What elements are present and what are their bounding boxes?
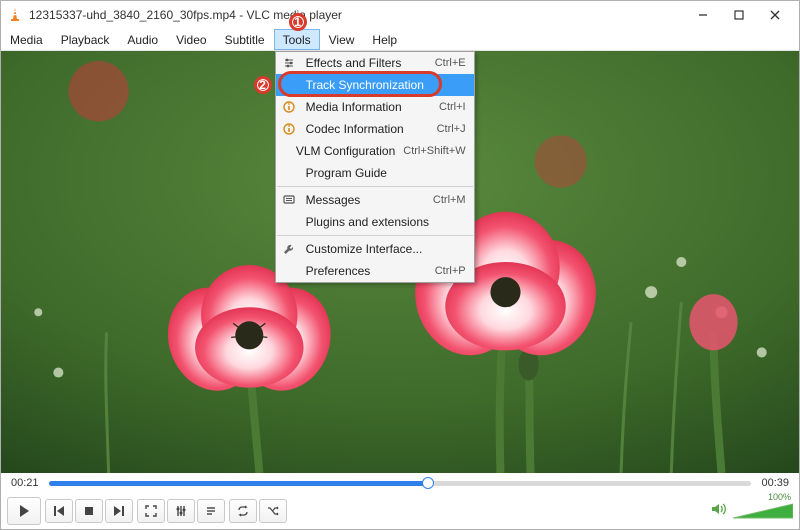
menu-separator <box>277 235 473 236</box>
annotation-highlight-ellipse <box>278 71 442 97</box>
volume-label: 100% <box>768 492 791 502</box>
close-button[interactable] <box>757 4 793 26</box>
stop-button[interactable] <box>75 499 103 523</box>
title-sep: - <box>236 8 247 22</box>
maximize-button[interactable] <box>721 4 757 26</box>
menu-item-messages[interactable]: Messages Ctrl+M <box>276 189 474 211</box>
info-icon <box>276 123 302 135</box>
tools-dropdown: Effects and Filters Ctrl+E Track Synchro… <box>275 51 475 283</box>
menu-label: Audio <box>127 33 158 47</box>
prev-button[interactable] <box>45 499 73 523</box>
loop-button[interactable] <box>229 499 257 523</box>
seek-fill <box>49 481 429 486</box>
seekbar-row: 00:21 00:39 <box>1 473 799 493</box>
vlc-cone-icon <box>7 7 23 23</box>
play-button[interactable] <box>7 497 41 525</box>
menu-item-label: Effects and Filters <box>302 56 427 70</box>
menu-item-preferences[interactable]: Preferences Ctrl+P <box>276 260 474 282</box>
ext-settings-button[interactable] <box>167 499 195 523</box>
menu-label: Video <box>176 33 206 47</box>
menu-label: Help <box>372 33 397 47</box>
menu-item-shortcut: Ctrl+I <box>431 101 466 113</box>
minimize-button[interactable] <box>685 4 721 26</box>
menu-item-vlm-config[interactable]: VLM Configuration Ctrl+Shift+W <box>276 140 474 162</box>
info-icon <box>276 101 302 113</box>
menu-separator <box>277 186 473 187</box>
time-total: 00:39 <box>761 477 789 489</box>
title-filename: 12315337-uhd_3840_2160_30fps.mp4 <box>29 8 236 22</box>
window-title: 12315337-uhd_3840_2160_30fps.mp4 - VLC m… <box>29 8 685 22</box>
menu-label: Media <box>10 33 43 47</box>
playlist-icon <box>205 505 217 517</box>
seek-slider[interactable] <box>49 479 752 487</box>
titlebar: 12315337-uhd_3840_2160_30fps.mp4 - VLC m… <box>1 1 799 29</box>
controls-bar: 100% <box>1 493 799 529</box>
menu-audio[interactable]: Audio <box>118 29 167 50</box>
volume-slider[interactable]: 100% <box>733 502 793 520</box>
menu-item-label: Codec Information <box>302 122 429 136</box>
menu-item-shortcut: Ctrl+P <box>427 265 466 277</box>
playlist-button[interactable] <box>197 499 225 523</box>
menu-item-label: VLM Configuration <box>292 144 395 158</box>
menu-label: Tools <box>283 33 311 47</box>
menu-label: View <box>329 33 355 47</box>
menu-item-customize-interface[interactable]: Customize Interface... <box>276 238 474 260</box>
menu-item-track-sync[interactable]: Track Synchronization 2 <box>276 74 474 96</box>
menu-view[interactable]: View <box>320 29 364 50</box>
loop-icon <box>237 505 249 517</box>
skip-previous-icon <box>53 505 65 517</box>
menu-subtitle[interactable]: Subtitle <box>216 29 274 50</box>
menu-item-media-info[interactable]: Media Information Ctrl+I <box>276 96 474 118</box>
stop-icon <box>83 505 95 517</box>
speaker-icon[interactable] <box>711 502 727 521</box>
annotation-marker-2: 2 <box>254 76 272 94</box>
fullscreen-button[interactable] <box>137 499 165 523</box>
menu-item-label: Plugins and extensions <box>302 215 458 229</box>
shuffle-button[interactable] <box>259 499 287 523</box>
menu-label: Subtitle <box>225 33 265 47</box>
menu-item-program-guide[interactable]: Program Guide <box>276 162 474 184</box>
app-window: 12315337-uhd_3840_2160_30fps.mp4 - VLC m… <box>0 0 800 530</box>
menu-media[interactable]: Media <box>1 29 52 50</box>
volume-control: 100% <box>711 502 793 521</box>
play-icon <box>17 504 31 518</box>
menu-label: Playback <box>61 33 110 47</box>
menu-item-shortcut: Ctrl+E <box>427 57 466 69</box>
menu-item-shortcut: Ctrl+Shift+W <box>395 145 465 157</box>
time-current: 00:21 <box>11 477 39 489</box>
menu-video[interactable]: Video <box>167 29 215 50</box>
menu-item-label: Preferences <box>302 264 427 278</box>
seek-thumb[interactable] <box>422 477 434 489</box>
menu-item-codec-info[interactable]: Codec Information Ctrl+J <box>276 118 474 140</box>
menubar: Media Playback Audio Video Subtitle Tool… <box>1 29 799 51</box>
messages-icon <box>276 194 302 206</box>
fullscreen-icon <box>145 505 157 517</box>
next-button[interactable] <box>105 499 133 523</box>
menu-item-plugins[interactable]: Plugins and extensions <box>276 211 474 233</box>
menu-tools[interactable]: Tools 1 Effects and Filters Ctrl+E Track… <box>274 29 320 50</box>
menu-playback[interactable]: Playback <box>52 29 119 50</box>
annotation-marker-1: 1 <box>289 13 307 31</box>
menu-item-label: Customize Interface... <box>302 242 458 256</box>
menu-item-label: Messages <box>302 193 425 207</box>
menu-item-label: Media Information <box>302 100 431 114</box>
menu-help[interactable]: Help <box>363 29 406 50</box>
equalizer-icon <box>175 505 187 517</box>
menu-item-shortcut: Ctrl+M <box>425 194 466 206</box>
skip-next-icon <box>113 505 125 517</box>
wrench-icon <box>276 243 302 255</box>
sliders-icon <box>276 57 302 69</box>
menu-item-shortcut: Ctrl+J <box>429 123 466 135</box>
shuffle-icon <box>267 505 279 517</box>
menu-item-label: Program Guide <box>302 166 458 180</box>
